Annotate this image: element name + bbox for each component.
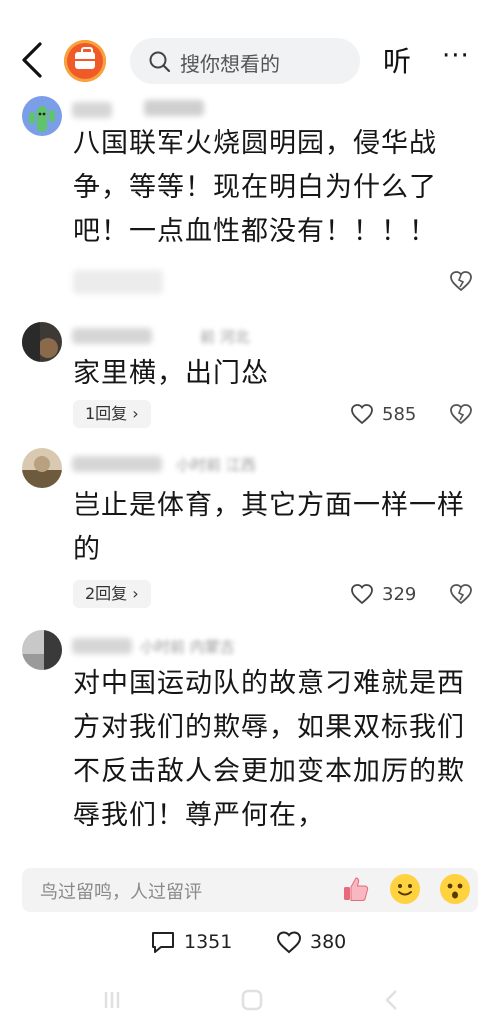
article-like-button[interactable]: 380 [276,928,346,956]
search-bar[interactable]: 搜你想看的 [130,38,360,84]
comment-meta: 小时前 内蒙古 [140,638,235,656]
comment-item: 小时前 内蒙古 对中国运动队的故意刁难就是西方对我们的欺辱，如果双标我们不反击敌… [0,626,500,866]
reply-button[interactable]: 1回复 › [73,400,151,428]
like-button[interactable]: 585 [350,400,416,428]
comment-item: 八国联军火烧圆明园，侵华战争，等等！现在明白为什么了吧！一点血性都没有！！！！ [0,92,500,312]
system-nav-bar [0,976,500,1028]
username-blurred [72,102,112,118]
meta-blurred [144,100,204,116]
comment-meta: 前 河北 [200,328,250,346]
heart-icon [351,584,373,605]
like-count: 329 [382,583,417,605]
comment-text: 对中国运动队的故意刁难就是西方对我们的欺辱，如果双标我们不反击敌人会更加变本加厉… [73,668,465,831]
avatar[interactable] [22,322,62,362]
dislike-icon[interactable] [448,268,474,294]
comment-input-placeholder: 鸟过留鸣，人过留评 [40,882,202,903]
more-options-button[interactable]: ··· [442,41,470,71]
heart-icon [351,404,373,425]
avatar[interactable] [22,96,62,136]
like-count: 585 [382,403,417,425]
heart-icon [276,931,302,954]
search-placeholder: 搜你想看的 [180,52,280,76]
comment-item: 前 河北 家里横，出门怂 1回复 › 585 [0,316,500,436]
username-blurred [72,328,152,344]
like-button[interactable]: 329 [350,580,416,608]
avatar[interactable] [22,630,62,670]
comment-text: 岂止是体育，其它方面一样一样的 [73,490,465,565]
comment-text: 八国联军火烧圆明园，侵华战争，等等！现在明白为什么了吧！一点血性都没有！！！！ [73,128,437,247]
dislike-icon[interactable] [448,401,474,427]
back-icon[interactable] [14,38,54,82]
comment-count-button[interactable]: 1351 [150,928,232,956]
comment-count: 1351 [184,931,233,953]
comment-text: 家里横，出门怂 [73,358,269,389]
search-icon [149,51,171,73]
recent-apps-icon[interactable] [100,988,124,1012]
comment-item: 小时前 江西 岂止是体育，其它方面一样一样的 2回复 › 329 [0,444,500,614]
channel-logo-icon[interactable] [64,40,106,82]
dislike-icon[interactable] [448,581,474,607]
comment-icon [152,932,174,953]
thumbs-up-emoji-icon[interactable] [340,874,370,904]
username-blurred [72,456,162,472]
reply-blurred [73,270,163,294]
surprised-emoji-icon[interactable] [440,874,470,904]
like-count: 380 [310,931,347,953]
smile-emoji-icon[interactable] [390,874,420,904]
reply-label: 1回复 [85,404,128,423]
reply-button[interactable]: 2回复 › [73,580,151,608]
listen-button[interactable]: 听 [383,40,411,80]
username-blurred [72,638,132,654]
comment-meta: 小时前 江西 [176,456,256,474]
scroll-fade [0,836,500,866]
home-icon[interactable] [240,988,264,1012]
top-bar: 搜你想看的 听 ··· [0,0,500,92]
avatar[interactable] [22,448,62,488]
system-back-icon[interactable] [380,988,404,1012]
reply-label: 2回复 [85,584,128,603]
